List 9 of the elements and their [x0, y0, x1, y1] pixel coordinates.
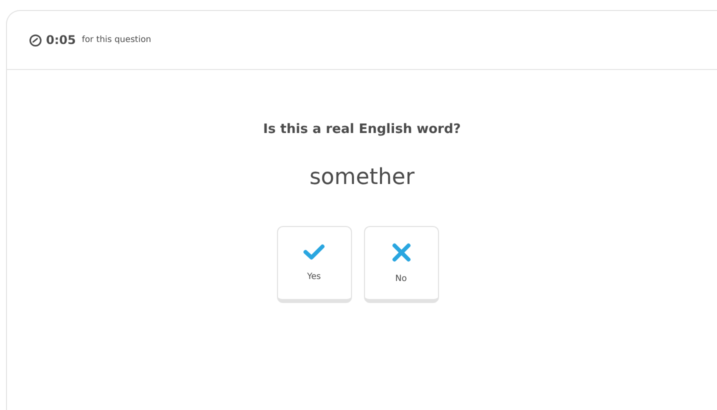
timer-label: for this question: [82, 35, 152, 45]
question-text: Is this a real English word?: [263, 122, 461, 137]
test-word: somether: [309, 165, 415, 190]
timer-icon: [29, 34, 42, 46]
timer-value: 0:05: [46, 33, 76, 47]
yes-button[interactable]: Yes: [276, 226, 352, 303]
no-button[interactable]: No: [364, 226, 438, 303]
cross-icon: [392, 242, 410, 262]
checkmark-icon: [303, 244, 325, 260]
